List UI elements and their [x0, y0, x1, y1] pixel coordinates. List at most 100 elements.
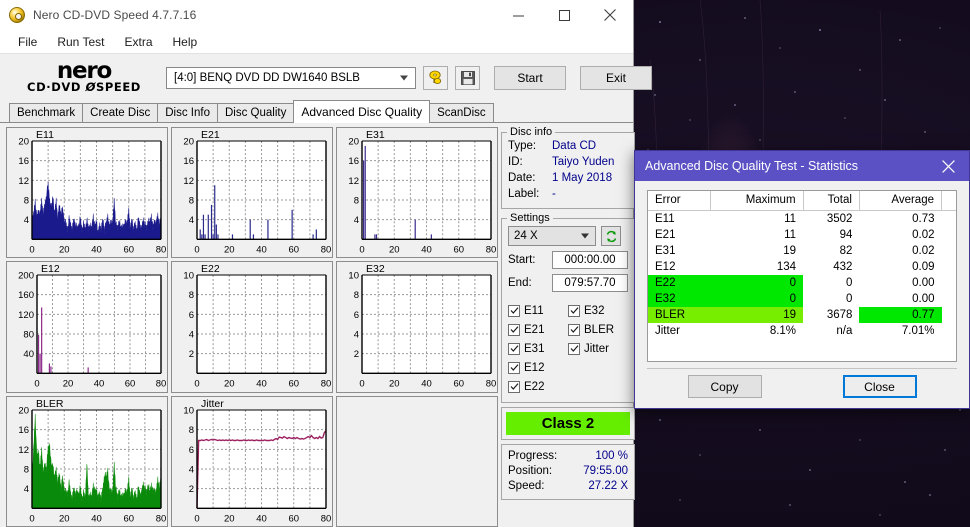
status-speed-value: 27.22 X — [588, 480, 628, 492]
checkbox-e12-label: E12 — [524, 361, 545, 374]
table-row[interactable]: E11 11 3502 0.73 — [648, 211, 956, 228]
menu-item-extra[interactable]: Extra — [114, 32, 162, 52]
x-tick-label: 20 — [59, 244, 70, 255]
exit-button[interactable]: Exit — [580, 65, 652, 90]
x-tick-label: 40 — [256, 244, 267, 255]
maximize-button[interactable] — [541, 0, 587, 30]
chart-title-e12: E12 — [41, 263, 60, 276]
minimize-button[interactable] — [495, 0, 541, 30]
x-tick-label: 0 — [29, 513, 34, 524]
save-button[interactable] — [455, 65, 480, 90]
y-tick-label: 4 — [189, 464, 194, 475]
chart-title-bler: BLER — [36, 397, 64, 410]
y-tick-label: 12 — [18, 444, 29, 455]
cell-spacer — [942, 291, 957, 307]
refresh-icon — [606, 230, 616, 242]
checkbox-e11-label: E11 — [524, 304, 544, 317]
checkbox-e22[interactable]: E22 — [508, 377, 568, 396]
tab-advanced-disc-quality[interactable]: Advanced Disc Quality — [293, 100, 431, 123]
chart-title-jitter: Jitter — [201, 397, 224, 410]
disc-info-legend: Disc info — [507, 126, 556, 138]
chart-title-e21: E21 — [201, 129, 220, 141]
speed-select[interactable]: 24 X — [508, 226, 596, 246]
checkbox-e21[interactable]: E21 — [508, 320, 568, 339]
cell-average: 7.01% — [901, 325, 935, 337]
y-tick-label: 20 — [18, 405, 29, 416]
start-button[interactable]: Start — [494, 65, 566, 90]
checkbox-e12[interactable]: E12 — [508, 358, 568, 377]
chart-plot-jitter: 2 4 6 8 10 0 20 40 60 80 — [183, 405, 331, 524]
x-tick-label: 40 — [256, 513, 267, 524]
table-row[interactable]: BLER 19 3678 0.77 — [648, 307, 956, 323]
checkbox-bler[interactable]: BLER — [568, 320, 628, 339]
drive-select[interactable]: [4:0] BENQ DVD DD DW1640 BSLB — [166, 66, 416, 89]
x-tick-label: 60 — [125, 379, 136, 390]
x-tick-label: 80 — [156, 379, 167, 390]
x-tick-label: 80 — [156, 513, 167, 524]
menu-item-help[interactable]: Help — [163, 32, 208, 52]
checkmark-icon — [508, 304, 520, 317]
tab-create-disc[interactable]: Create Disc — [82, 103, 159, 122]
x-tick-label: 20 — [224, 513, 235, 524]
table-row[interactable]: E21 11 94 0.02 — [648, 227, 956, 243]
y-tick-label: 16 — [18, 156, 29, 167]
statistics-header-row: Error Maximum Total Average — [648, 191, 956, 211]
table-row[interactable]: E12 134 432 0.09 — [648, 259, 956, 275]
y-tick-label: 200 — [18, 271, 34, 282]
checkbox-e11[interactable]: E11 — [508, 301, 568, 320]
cell-total: 3678 — [826, 309, 853, 321]
cell-error: BLER — [648, 307, 711, 323]
nero-logo-sub-right: SPEED — [95, 80, 141, 94]
chart-e11: 4 8 12 16 20 0 20 40 60 80 E11 — [6, 127, 168, 259]
copy-button[interactable]: Copy — [687, 375, 762, 398]
x-tick-label: 40 — [421, 244, 432, 255]
status-speed-row: Speed: 27.22 X — [508, 479, 628, 494]
cell-spacer — [942, 243, 957, 259]
cell-error: E11 — [655, 213, 675, 225]
disc-info-group: Disc info Type: Data CD ID: Taiyo Yuden … — [501, 126, 635, 209]
disc-info-id-label: ID: — [508, 156, 523, 168]
cell-maximum: 11 — [784, 213, 797, 225]
end-time-field[interactable]: 079:57.70 — [552, 274, 628, 292]
close-button[interactable] — [587, 0, 633, 30]
disc-eject-button[interactable] — [423, 65, 448, 90]
status-position-value: 79:55.00 — [583, 465, 628, 477]
y-tick-label: 8 — [189, 425, 194, 436]
tab-disc-quality[interactable]: Disc Quality — [217, 103, 295, 122]
x-tick-label: 20 — [224, 244, 235, 255]
x-tick-label: 20 — [224, 379, 235, 390]
start-time-field[interactable]: 000:00.00 — [552, 251, 628, 269]
y-tick-label: 2 — [189, 484, 194, 495]
checkbox-e32[interactable]: E32 — [568, 301, 628, 320]
refresh-button[interactable] — [601, 226, 621, 246]
tab-scandisc[interactable]: ScanDisc — [429, 103, 494, 122]
menu-item-file[interactable]: File — [8, 32, 47, 52]
close-dialog-button[interactable]: Close — [842, 375, 917, 398]
table-row[interactable]: E22 0 0 0.00 — [648, 275, 956, 291]
menu-item-run-test[interactable]: Run Test — [47, 32, 114, 52]
checkbox-jitter[interactable]: Jitter — [568, 339, 628, 358]
tab-benchmark[interactable]: Benchmark — [9, 103, 84, 122]
x-tick-label: 40 — [94, 379, 105, 390]
table-row[interactable]: E31 19 82 0.02 — [648, 243, 956, 259]
disc-info-label: Label: - — [508, 186, 628, 202]
nero-logo: nero CD·DVD ØSPEED — [8, 58, 160, 98]
tab-disc-info[interactable]: Disc Info — [157, 103, 218, 122]
table-row[interactable]: E32 0 0 0.00 — [648, 291, 956, 307]
disc-info-date-label: Date: — [508, 172, 536, 184]
statistics-dialog-footer: Copy Close — [647, 368, 957, 398]
table-row[interactable]: Jitter 8.1% n/a 7.01% — [648, 323, 956, 339]
nero-logo-subtitle: CD·DVD ØSPEED — [27, 81, 141, 94]
x-tick-label: 20 — [389, 379, 400, 390]
disc-info-type-label: Type: — [508, 140, 537, 152]
x-tick-label: 80 — [156, 244, 167, 255]
cell-error: E12 — [655, 261, 676, 273]
checkbox-e31[interactable]: E31 — [508, 339, 568, 358]
chart-plot-e31: 4 8 12 16 20 0 20 40 60 80 — [348, 137, 496, 256]
checkmark-icon — [568, 323, 580, 336]
x-tick-label: 0 — [194, 513, 199, 524]
cell-spacer — [942, 211, 957, 228]
statistics-dialog-close-button[interactable] — [927, 151, 969, 181]
statistics-table: Error Maximum Total Average E11 11 3502 0.7… — [647, 190, 957, 362]
statistics-table-body: E11 11 3502 0.73 E21 11 94 0.02 E31 19 82 0.02 E12 13… — [648, 211, 956, 340]
